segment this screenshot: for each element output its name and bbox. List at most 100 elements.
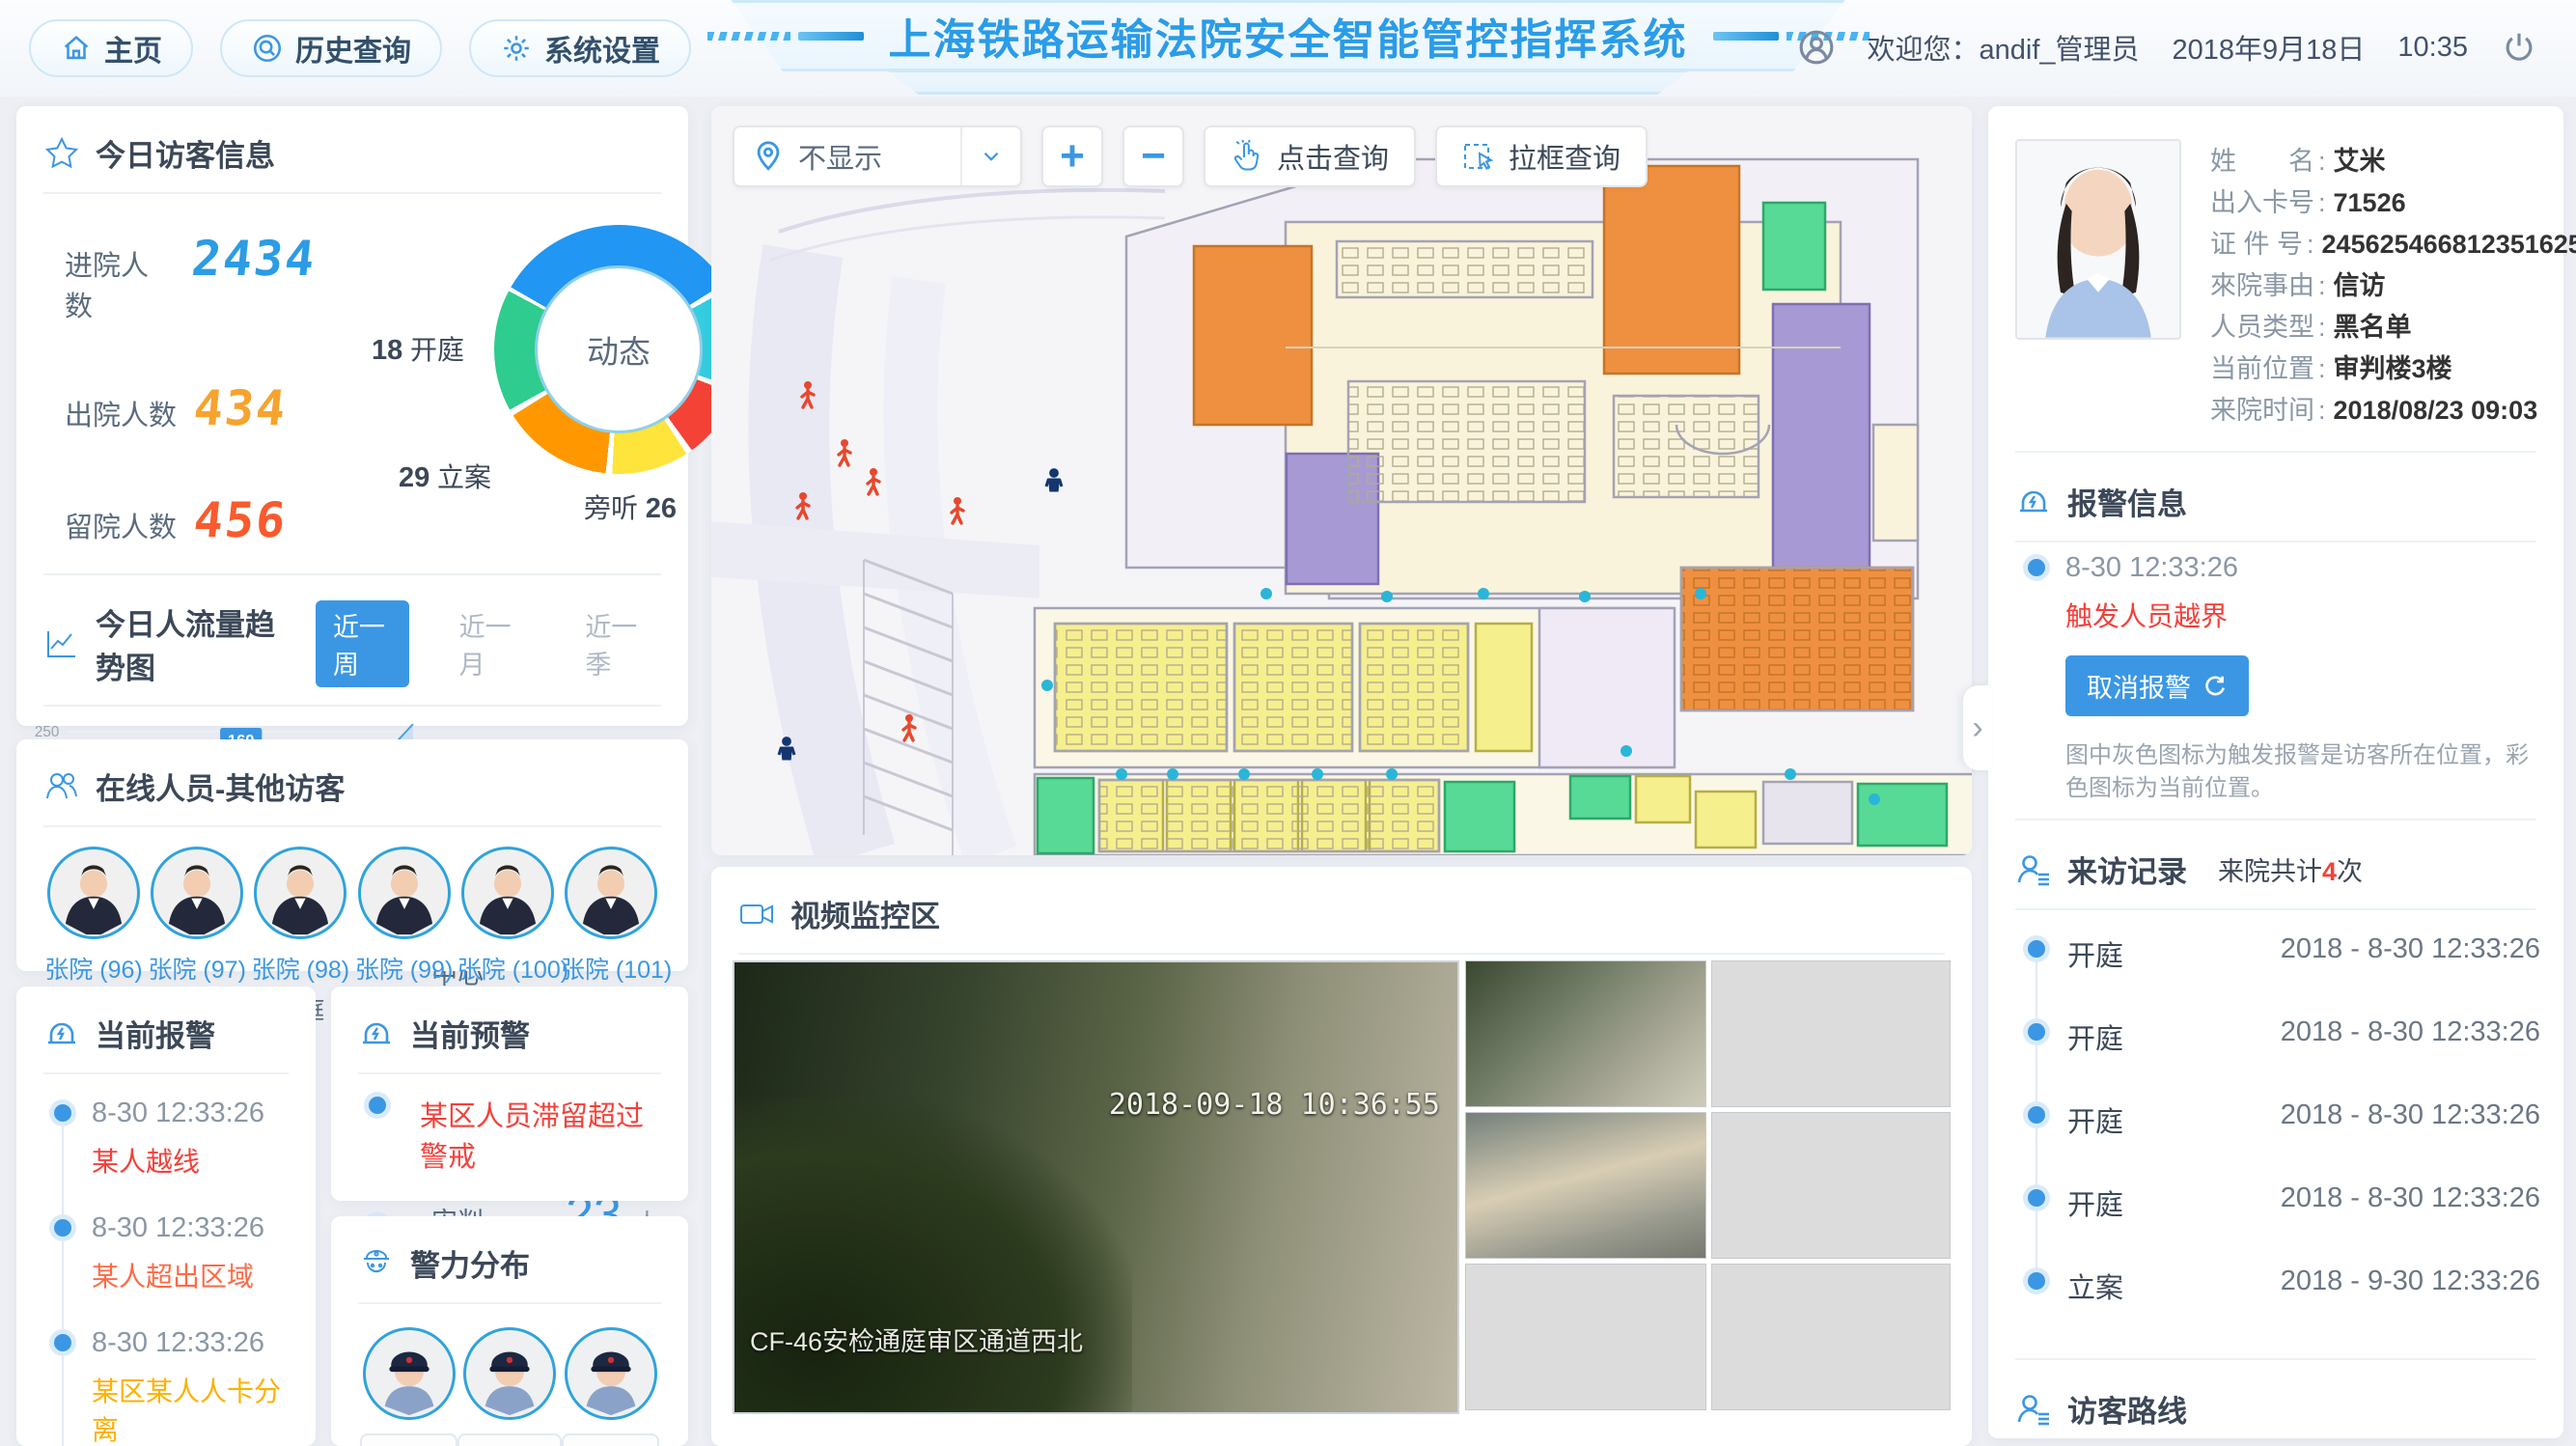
alarm-timeline: 8-30 12:33:26 某人越线 8-30 12:33:26 某人超出区域 8-… xyxy=(16,1074,316,1446)
marquee-select-icon xyxy=(1464,144,1494,171)
timeline-dot xyxy=(2023,1018,2050,1045)
officer-avatar xyxy=(362,1327,456,1420)
call-officer-button[interactable]: 朱亚东 xyxy=(457,1433,562,1446)
video-camera-icon xyxy=(740,904,773,924)
warning-item: 某区人员滞留超过警戒 xyxy=(364,1092,665,1213)
alarm-message: 触发人员越界 xyxy=(2065,601,2229,631)
banner-decoration-left xyxy=(706,31,864,41)
officer: 朱亚东 xyxy=(457,1327,562,1446)
nav-settings-button[interactable]: 系统设置 xyxy=(469,19,691,77)
map-zoom-in-button[interactable]: + xyxy=(1041,125,1103,187)
trend-title: 今日人流量趋势图 xyxy=(96,608,275,685)
tab-last-quarter[interactable]: 近一季 xyxy=(568,600,661,687)
timeline-dot xyxy=(2023,554,2050,581)
video-tile-empty[interactable] xyxy=(1465,1264,1706,1410)
avatar xyxy=(460,847,554,939)
visitor-name: 艾米 xyxy=(2333,147,2386,176)
person-list-icon xyxy=(2015,1391,2052,1428)
video-tile-empty[interactable] xyxy=(1711,1264,1951,1410)
floor-map-card: 不显示 + − 点击查询 拉框查询 xyxy=(711,106,1972,855)
building-bottom xyxy=(1033,772,1972,855)
avatar xyxy=(564,847,657,939)
donut-center-label: 动态 xyxy=(587,334,651,370)
alarm-siren-icon xyxy=(2015,484,2052,520)
video-timestamp: 2018-09-18 10:36:55 xyxy=(1108,1088,1440,1122)
alarm-item: 8-30 12:33:26 某人超出区域 xyxy=(49,1212,292,1335)
nav-history-query-button[interactable]: 历史查询 xyxy=(220,19,442,77)
main-nav: 主页 历史查询 系统设置 xyxy=(29,19,691,77)
visit-records-timeline: 开庭 2018 - 8-30 12:33:26 开庭 2018 - 8-30 12:… xyxy=(1988,910,2563,1358)
page-title: 上海铁路运输法院安全智能管控指挥系统 xyxy=(888,16,1688,64)
video-tile[interactable] xyxy=(1465,960,1706,1107)
visit-record-row: 开庭 2018 - 8-30 12:33:26 xyxy=(2023,933,2540,1024)
floor-plan-map[interactable] xyxy=(711,106,1972,855)
video-tile-empty[interactable] xyxy=(1711,960,1951,1107)
tab-last-month[interactable]: 近一月 xyxy=(442,600,536,687)
visitor-donut-chart: 动态 其他 18 调解 33 诉讼 26 旁听 26 29 立案 18 开庭 xyxy=(316,204,870,524)
timeline-dot xyxy=(2023,935,2050,962)
visitor-type: 黑名单 xyxy=(2333,313,2412,342)
visitor-id-no: 245625466812351625 xyxy=(2321,230,2576,259)
visit-records-title: 来访记录 xyxy=(2067,855,2187,889)
trend-range-tabs: 近一周 近一月 近一季 xyxy=(315,600,661,687)
police-distribution-card: 警力分布 洪波 朱亚东 风凌 xyxy=(331,1216,688,1446)
stat-label: 出院人数 xyxy=(65,401,178,431)
user-icon xyxy=(1799,30,1833,65)
dashboard-screen: 主页 历史查询 系统设置 上海铁路运输法院安全智能管控指挥系统 欢迎您：andi… xyxy=(0,0,2576,1446)
home-icon xyxy=(64,35,89,60)
timeline-dot xyxy=(364,1092,391,1119)
call-officer-button[interactable]: 风凌 xyxy=(562,1433,659,1446)
donut-label-filing: 29 立案 xyxy=(399,462,492,493)
building-top xyxy=(1124,157,1920,600)
click-query-button[interactable]: 点击查询 xyxy=(1204,125,1417,187)
current-time: 10:35 xyxy=(2397,31,2468,63)
stat-staying-count: 456 xyxy=(190,492,291,548)
visit-total: 来院共计4次 xyxy=(2218,857,2364,886)
police-distribution-title: 警力分布 xyxy=(410,1249,530,1283)
map-zoom-out-button[interactable]: − xyxy=(1122,125,1184,187)
main-video-feed[interactable]: 2018-09-18 10:36:55 CF-46安检通庭审区通道西北 xyxy=(733,960,1459,1414)
video-camera-label: CF-46安检通庭审区通道西北 xyxy=(750,1327,1084,1356)
line-chart-icon xyxy=(47,631,75,657)
alarm-info-title: 报警信息 xyxy=(2067,487,2187,521)
visitor-fields: 姓 名: 艾米 出入卡号:71526 证 件 号:2456254668123516… xyxy=(2210,139,2576,431)
officer: 风凌 xyxy=(562,1327,659,1446)
alarm-info-section: 8-30 12:33:26 触发人员越界 取消报警 图中灰色图标为触发报警是访客… xyxy=(1988,542,2563,819)
video-tile-empty[interactable] xyxy=(1711,1112,1951,1259)
layer-select-value: 不显示 xyxy=(798,144,883,175)
timeline-dot xyxy=(49,1329,76,1356)
top-header: 主页 历史查询 系统设置 上海铁路运输法院安全智能管控指挥系统 欢迎您：andi… xyxy=(0,0,2576,97)
current-warnings-title: 当前预警 xyxy=(410,1019,530,1053)
power-icon[interactable] xyxy=(2501,29,2537,66)
nav-home-button[interactable]: 主页 xyxy=(29,19,193,77)
detail-panel: › 姓 名: 艾米 出入卡号:71526 证 件 号:24562546681235… xyxy=(1963,106,2576,1438)
collapse-panel-handle[interactable]: › xyxy=(1963,685,1992,770)
online-people-title: 在线人员-其他访客 xyxy=(96,772,346,806)
cancel-alarm-button[interactable]: 取消报警 xyxy=(2065,655,2249,716)
visitor-arrival-time: 2018/08/23 09:03 xyxy=(2333,396,2538,425)
gear-icon xyxy=(504,36,529,61)
banner-tail xyxy=(886,70,1690,95)
avatar xyxy=(357,847,451,939)
call-officer-button[interactable]: 洪波 xyxy=(360,1433,457,1446)
visitor-info-title: 今日访客信息 xyxy=(96,139,275,173)
visit-record-row: 开庭 2018 - 8-30 12:33:26 xyxy=(2023,1182,2540,1273)
timeline-dot xyxy=(49,1099,76,1126)
current-alarms-card: 当前报警 8-30 12:33:26 某人越线 8-30 12:33:26 某人超出… xyxy=(16,987,316,1446)
person-list-icon xyxy=(2015,851,2052,888)
avatar xyxy=(47,847,140,939)
nav-home-label: 主页 xyxy=(104,36,162,68)
video-thumbnail-grid xyxy=(1465,960,1951,1414)
video-tile[interactable] xyxy=(1465,1112,1706,1259)
map-layer-select[interactable]: 不显示 xyxy=(733,125,1022,187)
box-query-button[interactable]: 拉框查询 xyxy=(1435,125,1648,187)
donut-label-hearing: 18 开庭 xyxy=(372,335,465,366)
police-officer-icon xyxy=(364,1249,389,1272)
alarm-info-item: 8-30 12:33:26 触发人员越界 取消报警 图中灰色图标为触发报警是访客… xyxy=(2023,552,2536,813)
visitor-info-card: 今日访客信息 进院人数 2434 出院人数 434 留院人数 456 动态 其他 18… xyxy=(16,106,870,1312)
officer: 洪波 xyxy=(360,1327,457,1446)
welcome-text: 欢迎您：andif_管理员 xyxy=(1867,35,2140,66)
stat-leaving-count: 434 xyxy=(190,380,291,436)
tab-last-week[interactable]: 近一周 xyxy=(315,600,409,687)
svg-text:250: 250 xyxy=(35,724,59,740)
